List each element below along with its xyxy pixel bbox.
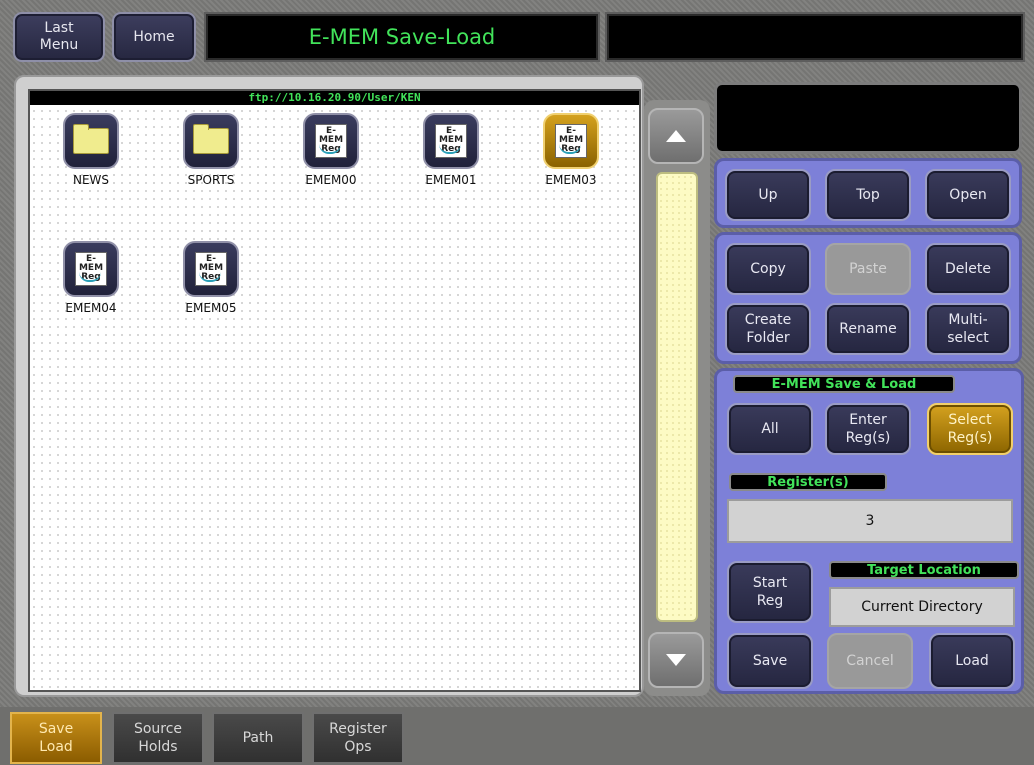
emem-register-icon: E-MEM Reg: [183, 241, 239, 297]
file-item-emem04[interactable]: E-MEM Reg EMEM04: [46, 241, 136, 315]
emem-register-icon: E-MEM Reg: [543, 113, 599, 169]
file-item-label: EMEM03: [545, 173, 597, 187]
all-button[interactable]: All: [727, 403, 813, 455]
navigation-panel: Up Top Open: [714, 158, 1022, 228]
home-button[interactable]: Home: [112, 12, 196, 62]
registers-label: Register(s): [729, 473, 887, 491]
tab-register-ops[interactable]: Register Ops: [312, 712, 404, 764]
file-item-label: EMEM05: [185, 301, 237, 315]
file-item-emem05[interactable]: E-MEM Reg EMEM05: [166, 241, 256, 315]
file-item-label: NEWS: [72, 173, 110, 187]
path-bar: ftp://10.16.20.90/User/KEN: [30, 91, 639, 105]
scroll-down-button[interactable]: [648, 632, 704, 688]
start-reg-button[interactable]: Start Reg: [727, 561, 813, 623]
load-button[interactable]: Load: [929, 633, 1015, 689]
status-display: [605, 12, 1025, 62]
arrow-down-icon: [666, 654, 686, 666]
folder-icon: [183, 113, 239, 169]
cancel-button[interactable]: Cancel: [827, 633, 913, 689]
file-item-emem00[interactable]: E-MEM Reg EMEM00: [286, 113, 376, 187]
open-button[interactable]: Open: [925, 169, 1011, 221]
enter-regs-button[interactable]: Enter Reg(s): [825, 403, 911, 455]
folder-icon: [63, 113, 119, 169]
file-item-emem01[interactable]: E-MEM Reg EMEM01: [406, 113, 496, 187]
rename-button[interactable]: Rename: [825, 303, 911, 355]
file-list[interactable]: ftp://10.16.20.90/User/KEN NEWS SPORTS E…: [28, 89, 641, 692]
create-folder-button[interactable]: Create Folder: [725, 303, 811, 355]
tab-save-load[interactable]: Save Load: [10, 712, 102, 764]
target-location-field[interactable]: Current Directory: [829, 587, 1015, 627]
file-item-label: EMEM04: [65, 301, 117, 315]
top-button[interactable]: Top: [825, 169, 911, 221]
emem-register-icon: E-MEM Reg: [303, 113, 359, 169]
file-item-label: SPORTS: [187, 173, 235, 187]
last-menu-button[interactable]: Last Menu: [13, 12, 105, 62]
target-location-label: Target Location: [829, 561, 1019, 579]
page-title: E-MEM Save-Load: [204, 12, 600, 62]
emem-register-icon: E-MEM Reg: [63, 241, 119, 297]
tab-source-holds[interactable]: Source Holds: [112, 712, 204, 764]
save-button[interactable]: Save: [727, 633, 813, 689]
edit-panel: Copy Paste Delete Create Folder Rename M…: [714, 232, 1022, 364]
select-regs-button[interactable]: Select Reg(s): [927, 403, 1013, 455]
file-item-news[interactable]: NEWS: [46, 113, 136, 187]
info-display: [714, 82, 1022, 154]
file-item-sports[interactable]: SPORTS: [166, 113, 256, 187]
copy-button[interactable]: Copy: [725, 243, 811, 295]
file-item-label: EMEM01: [425, 173, 477, 187]
delete-button[interactable]: Delete: [925, 243, 1011, 295]
up-button[interactable]: Up: [725, 169, 811, 221]
paste-button[interactable]: Paste: [825, 243, 911, 295]
tab-path[interactable]: Path: [212, 712, 304, 764]
file-browser-panel: ftp://10.16.20.90/User/KEN NEWS SPORTS E…: [14, 75, 644, 697]
arrow-up-icon: [666, 130, 686, 142]
file-item-label: EMEM00: [305, 173, 357, 187]
registers-field[interactable]: 3: [727, 499, 1013, 543]
scrollbar-track[interactable]: [656, 172, 698, 622]
multi-select-button[interactable]: Multi- select: [925, 303, 1011, 355]
save-load-panel: E-MEM Save & Load All Enter Reg(s) Selec…: [714, 368, 1024, 694]
scroll-up-button[interactable]: [648, 108, 704, 164]
section-label: E-MEM Save & Load: [733, 375, 955, 393]
file-item-emem03[interactable]: E-MEM Reg EMEM03: [526, 113, 616, 187]
emem-register-icon: E-MEM Reg: [423, 113, 479, 169]
